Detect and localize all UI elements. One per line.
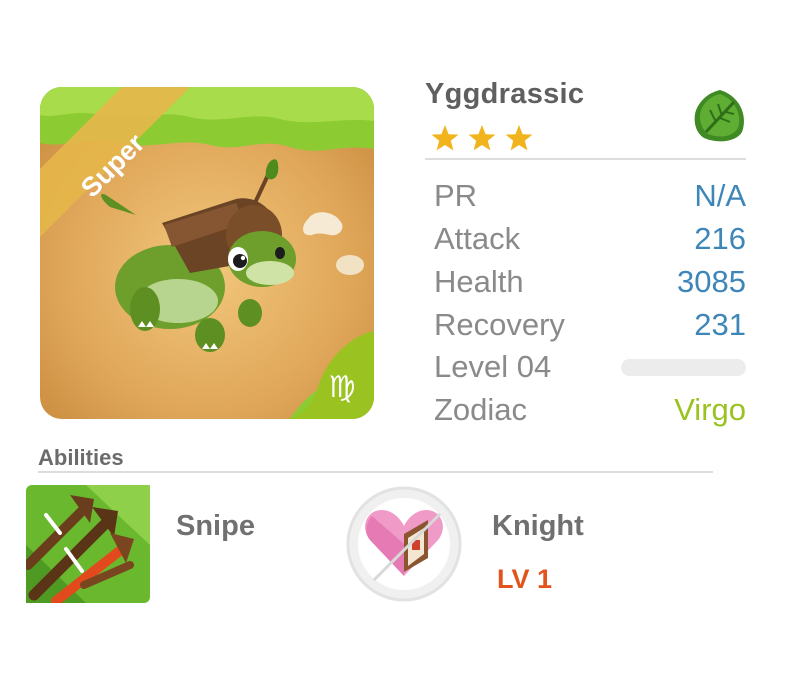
monster-card[interactable]: Super ♍ bbox=[40, 87, 374, 419]
stat-row-attack: Attack 216 bbox=[434, 219, 746, 259]
ability-name-snipe: Snipe bbox=[176, 510, 255, 542]
level-label: Level 04 bbox=[434, 349, 552, 384]
attack-label: Attack bbox=[434, 221, 521, 256]
stat-row-pr: PR N/A bbox=[434, 176, 746, 216]
ability-level-knight: LV 1 bbox=[497, 564, 553, 594]
stats-divider bbox=[425, 158, 746, 160]
recovery-label: Recovery bbox=[434, 307, 565, 342]
star-rating bbox=[428, 122, 538, 156]
monster-name: Yggdrassic bbox=[425, 78, 585, 110]
health-value: 3085 bbox=[677, 264, 746, 299]
stat-row-health: Health 3085 bbox=[434, 262, 746, 302]
stat-row-level: Level 04 bbox=[434, 347, 746, 387]
attack-value: 216 bbox=[694, 221, 746, 256]
star-icon bbox=[431, 125, 459, 151]
stat-row-recovery: Recovery 231 bbox=[434, 305, 746, 345]
zodiac-value: Virgo bbox=[674, 392, 746, 427]
arrows-icon[interactable] bbox=[23, 485, 150, 608]
heart-shield-icon[interactable] bbox=[344, 484, 464, 609]
ability-name-knight: Knight bbox=[492, 510, 584, 542]
virgo-symbol-icon: ♍ bbox=[329, 370, 356, 405]
stat-row-zodiac: Zodiac Virgo bbox=[434, 390, 746, 430]
monster-detail-page: Super ♍ Yggdrassic PR N/A Attack 216 Hea… bbox=[0, 0, 800, 698]
monster-portrait: Super ♍ bbox=[40, 87, 374, 419]
zodiac-label: Zodiac bbox=[434, 392, 528, 427]
leaf-element-icon bbox=[690, 86, 750, 151]
level-progress-bar bbox=[621, 359, 746, 376]
star-icon bbox=[505, 125, 533, 151]
pr-value: N/A bbox=[694, 178, 746, 213]
health-label: Health bbox=[434, 264, 524, 299]
recovery-value: 231 bbox=[694, 307, 746, 342]
star-icon bbox=[468, 125, 496, 151]
abilities-title: Abilities bbox=[38, 445, 124, 470]
abilities-divider bbox=[38, 471, 713, 473]
pr-label: PR bbox=[434, 178, 478, 213]
